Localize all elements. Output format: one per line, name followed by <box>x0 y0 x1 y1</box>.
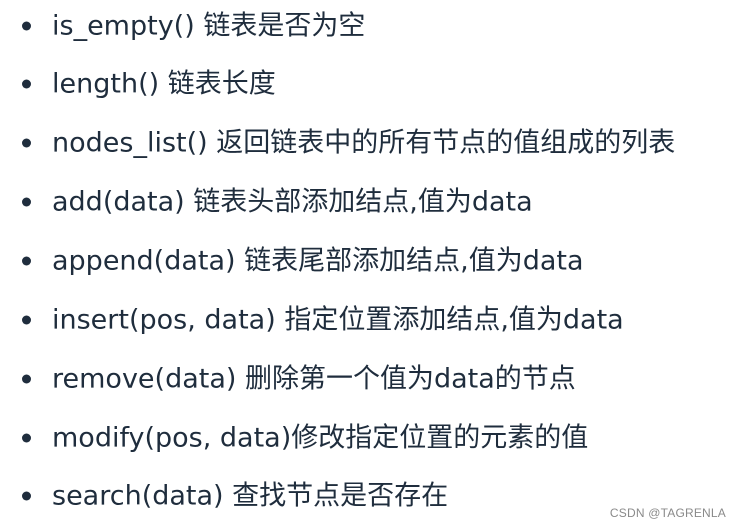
list-item: nodes_list() 返回链表中的所有节点的值组成的列表 <box>0 123 740 163</box>
list-item: insert(pos, data) 指定位置添加结点,值为data <box>0 300 740 340</box>
bullet-icon <box>22 197 31 207</box>
list-item: modify(pos, data)修改指定位置的元素的值 <box>0 418 740 458</box>
list-item-text: remove(data) 删除第一个值为data的节点 <box>52 363 576 395</box>
bullet-icon <box>22 79 31 89</box>
list-item-text: nodes_list() 返回链表中的所有节点的值组成的列表 <box>52 127 676 159</box>
bullet-icon <box>22 374 31 384</box>
list-item-text: insert(pos, data) 指定位置添加结点,值为data <box>52 304 624 336</box>
bullet-icon <box>22 256 31 266</box>
bullet-icon <box>22 433 31 443</box>
bullet-icon <box>22 138 31 148</box>
list-item-text: length() 链表长度 <box>52 68 276 100</box>
list-item-text: is_empty() 链表是否为空 <box>52 10 366 42</box>
list-item-text: search(data) 查找节点是否存在 <box>52 480 449 512</box>
list-item-text: modify(pos, data)修改指定位置的元素的值 <box>52 422 589 454</box>
list-item: add(data) 链表头部添加结点,值为data <box>0 182 740 222</box>
list-item: remove(data) 删除第一个值为data的节点 <box>0 359 740 399</box>
list-item: append(data) 链表尾部添加结点,值为data <box>0 241 740 281</box>
bullet-icon <box>22 315 31 325</box>
bullet-icon <box>22 21 31 31</box>
watermark: CSDN @TAGRENLA <box>609 506 726 520</box>
list-item: length() 链表长度 <box>0 64 740 104</box>
list-item-text: append(data) 链表尾部添加结点,值为data <box>52 245 584 277</box>
bullet-icon <box>22 491 31 501</box>
list-item: is_empty() 链表是否为空 <box>0 6 740 46</box>
list-item-text: add(data) 链表头部添加结点,值为data <box>52 186 533 218</box>
